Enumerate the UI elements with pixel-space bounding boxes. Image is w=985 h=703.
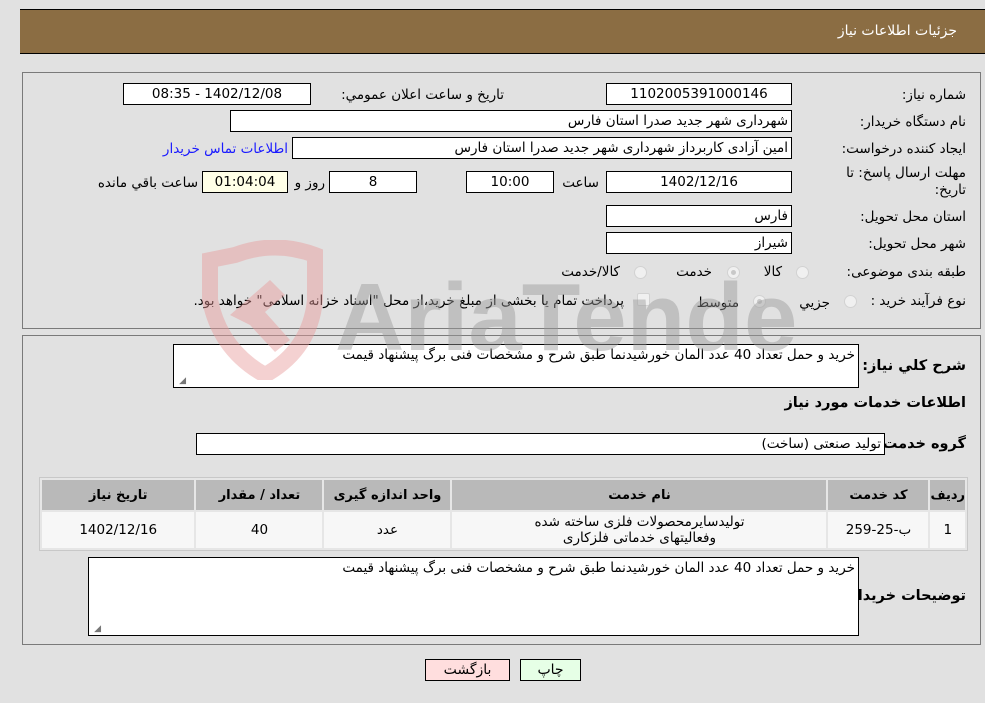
requester-field[interactable]: امین آزادی کاربرداز شهرداری شهر جدید صدر…: [292, 137, 792, 159]
buyer-org-label: نام دستگاه خریدار:: [859, 114, 966, 130]
need-number-label: شماره نیاز:: [901, 87, 966, 103]
buyer-org-field[interactable]: شهرداری شهر جدید صدرا استان فارس: [230, 110, 792, 132]
buyer-notes-text: خرید و حمل تعداد 40 عدد المان خورشیدنما …: [342, 560, 855, 576]
category-radio-goods[interactable]: [796, 266, 809, 279]
cell-service-name: تولیدسایرمحصولات فلزی ساخته شده وفعالیته…: [452, 512, 827, 548]
service-group-field[interactable]: تولید صنعتی (ساخت): [196, 433, 885, 455]
category-option-service: خدمت: [676, 264, 712, 280]
purchase-type-option-minor: جزيي: [799, 295, 830, 311]
announce-datetime-field[interactable]: 1402/12/08 - 08:35: [123, 83, 311, 105]
purchase-type-radio-medium[interactable]: [753, 295, 766, 308]
resize-grip-icon[interactable]: ◢: [176, 376, 186, 386]
page-title: جزئیات اطلاعات نیاز: [837, 23, 957, 39]
delivery-city-field[interactable]: شیراز: [606, 232, 792, 254]
deadline-time-field[interactable]: 10:00: [466, 171, 554, 193]
col-header-service-code: کد خدمت: [828, 480, 929, 510]
service-group-label: گروه خدمت:: [876, 436, 966, 452]
general-desc-text: خرید و حمل تعداد 40 عدد المان خورشیدنما …: [342, 347, 855, 363]
buyer-contact-link[interactable]: اطلاعات تماس خریدار: [163, 141, 288, 157]
buyer-notes-textarea[interactable]: خرید و حمل تعداد 40 عدد المان خورشیدنما …: [88, 557, 859, 636]
cell-row-number: 1: [930, 512, 965, 548]
col-header-service-name: نام خدمت: [452, 480, 827, 510]
category-option-goods-service: کالا/خدمت: [561, 264, 620, 280]
general-desc-label: شرح کلي نیاز:: [862, 358, 966, 374]
category-radio-service[interactable]: [727, 266, 740, 279]
treasury-checkbox[interactable]: [637, 293, 650, 306]
col-header-row-number: ردیف: [930, 480, 965, 510]
cell-quantity: 40: [196, 512, 323, 548]
page-header: جزئیات اطلاعات نیاز: [20, 9, 985, 54]
need-number-field[interactable]: 1102005391000146: [606, 83, 792, 105]
col-header-need-date: تاریخ نیاز: [42, 480, 195, 510]
category-radio-goods-service[interactable]: [634, 266, 647, 279]
services-heading: اطلاعات خدمات مورد نیاز: [784, 395, 966, 411]
col-header-quantity: تعداد / مقدار: [196, 480, 323, 510]
general-desc-textarea[interactable]: خرید و حمل تعداد 40 عدد المان خورشیدنما …: [173, 344, 859, 388]
back-button[interactable]: بازگشت: [425, 659, 510, 681]
delivery-province-label: استان محل تحویل:: [860, 209, 966, 225]
delivery-province-field[interactable]: فارس: [606, 205, 792, 227]
resize-grip-icon[interactable]: ◢: [91, 624, 101, 634]
purchase-type-option-medium: متوسط: [696, 295, 739, 311]
purchase-type-label: نوع فرآیند خرید :: [870, 293, 966, 309]
services-table: ردیف کد خدمت نام خدمت واحد اندازه گیری ت…: [39, 477, 968, 551]
buyer-notes-label: توضیحات خریدار:: [843, 588, 966, 604]
purchase-type-radio-minor[interactable]: [844, 295, 857, 308]
deadline-time-label: ساعت: [562, 175, 599, 191]
category-option-goods: کالا: [763, 264, 782, 280]
remaining-time-label: ساعت باقي مانده: [97, 175, 198, 191]
deadline-label: مهلت ارسال پاسخ: تا تاریخ:: [846, 165, 966, 198]
cell-need-date: 1402/12/16: [42, 512, 195, 548]
need-info-panel: شماره نیاز: 1102005391000146 تاریخ و ساع…: [22, 72, 981, 329]
treasury-note: پرداخت تمام یا بخشی از مبلغ خرید،از محل …: [193, 293, 624, 309]
col-header-unit: واحد اندازه گیری: [324, 480, 451, 510]
table-row: 1 ب-25-259 تولیدسایرمحصولات فلزی ساخته ش…: [42, 512, 965, 548]
need-details-panel: شرح کلي نیاز: خرید و حمل تعداد 40 عدد ال…: [22, 335, 981, 645]
print-button[interactable]: چاپ: [520, 659, 581, 681]
table-header-row: ردیف کد خدمت نام خدمت واحد اندازه گیری ت…: [42, 480, 965, 510]
deadline-date-field[interactable]: 1402/12/16: [606, 171, 792, 193]
delivery-city-label: شهر محل تحویل:: [868, 236, 966, 252]
cell-unit: عدد: [324, 512, 451, 548]
cell-service-code: ب-25-259: [828, 512, 929, 548]
announce-datetime-label: تاریخ و ساعت اعلان عمومي:: [341, 87, 504, 103]
remaining-time-field: 01:04:04: [202, 171, 288, 193]
requester-label: ایجاد کننده درخواست:: [841, 141, 966, 157]
days-label: روز و: [294, 175, 325, 191]
category-label: طبقه بندی موضوعی:: [846, 264, 966, 280]
days-field[interactable]: 8: [329, 171, 417, 193]
